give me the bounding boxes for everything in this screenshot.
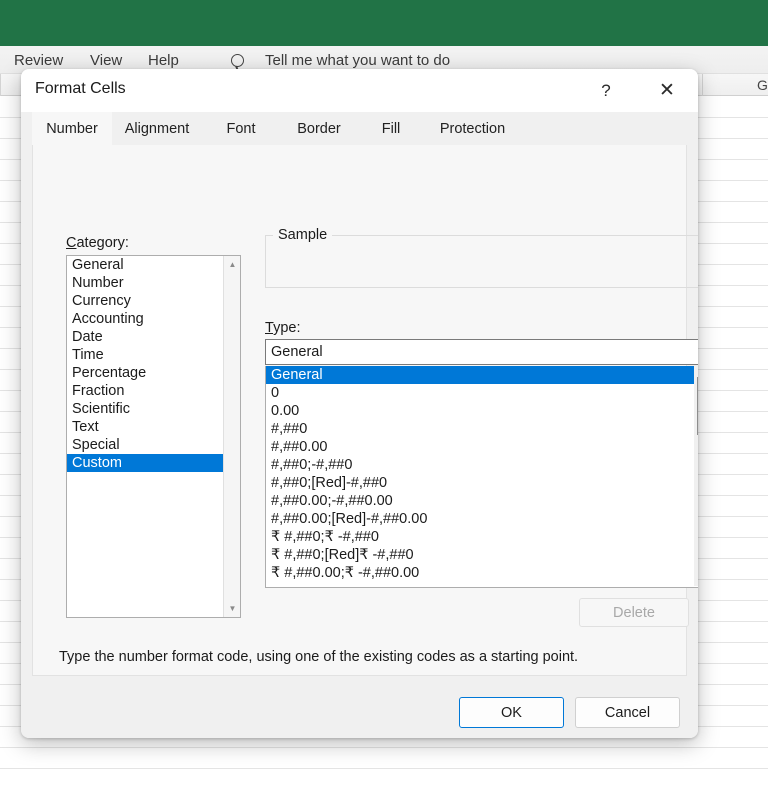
- type-item[interactable]: 0.00: [266, 402, 698, 420]
- dialog-tab-alignment[interactable]: Alignment: [112, 112, 202, 145]
- type-item[interactable]: #,##0.00;[Red]-#,##0.00: [266, 510, 698, 528]
- close-icon[interactable]: ✕: [644, 69, 690, 112]
- column-header-g[interactable]: G: [757, 77, 768, 93]
- scroll-up-icon[interactable]: ▲: [224, 256, 240, 273]
- type-item[interactable]: General: [266, 366, 698, 384]
- type-label: Type:: [265, 320, 301, 336]
- category-item[interactable]: Fraction: [67, 382, 240, 400]
- type-item[interactable]: ₹ #,##0;₹ -#,##0: [266, 528, 698, 546]
- dialog-tab-number[interactable]: Number: [32, 112, 112, 145]
- category-item[interactable]: Scientific: [67, 400, 240, 418]
- dialog-title: Format Cells: [35, 80, 126, 97]
- delete-button[interactable]: Delete: [579, 598, 689, 627]
- category-item[interactable]: Accounting: [67, 310, 240, 328]
- type-input[interactable]: General: [265, 339, 698, 365]
- scroll-down-icon[interactable]: ▼: [224, 600, 240, 617]
- format-cells-dialog: Format Cells ? ✕ Number Alignment Font Bord…: [21, 69, 698, 738]
- category-item[interactable]: Time: [67, 346, 240, 364]
- type-item[interactable]: ₹ #,##0.00;₹ -#,##0.00: [266, 564, 698, 582]
- dialog-tab-border[interactable]: Border: [280, 112, 358, 145]
- type-item[interactable]: #,##0;[Red]-#,##0: [266, 474, 698, 492]
- help-icon[interactable]: ?: [583, 69, 629, 112]
- type-items[interactable]: General 0 0.00 #,##0 #,##0.00 #,##0;-#,##0 #,#…: [266, 366, 698, 582]
- category-item[interactable]: Percentage: [67, 364, 240, 382]
- category-items[interactable]: General Number Currency Accounting Date Time P…: [67, 256, 240, 472]
- dialog-tab-font[interactable]: Font: [202, 112, 280, 145]
- dialog-title-bar: Format Cells ? ✕: [21, 69, 698, 112]
- dialog-tab-fill[interactable]: Fill: [358, 112, 424, 145]
- ribbon-tab-view[interactable]: View: [90, 52, 122, 69]
- hint-text: Type the number format code, using one o…: [59, 649, 579, 665]
- type-item[interactable]: #,##0.00;-#,##0.00: [266, 492, 698, 510]
- ribbon-tab-review[interactable]: Review: [14, 52, 63, 69]
- category-item[interactable]: Number: [67, 274, 240, 292]
- category-item[interactable]: Currency: [67, 292, 240, 310]
- type-item[interactable]: #,##0.00: [266, 438, 698, 456]
- type-item[interactable]: #,##0: [266, 420, 698, 438]
- category-listbox[interactable]: General Number Currency Accounting Date Time P…: [66, 255, 241, 618]
- type-listbox[interactable]: General 0 0.00 #,##0 #,##0.00 #,##0;-#,##0 #,#…: [265, 366, 698, 588]
- cancel-button[interactable]: Cancel: [575, 697, 680, 728]
- excel-ribbon-bar: [0, 0, 768, 46]
- category-item[interactable]: Custom: [67, 454, 240, 472]
- type-item[interactable]: 0: [266, 384, 698, 402]
- category-item[interactable]: Text: [67, 418, 240, 436]
- scrollbar-thumb[interactable]: [697, 377, 698, 435]
- dialog-tab-strip: Number Alignment Font Border Fill Protection: [21, 112, 698, 145]
- dialog-tab-protection[interactable]: Protection: [424, 112, 521, 145]
- category-scrollbar[interactable]: ▲ ▼: [223, 256, 240, 617]
- category-item[interactable]: General: [67, 256, 240, 274]
- type-item[interactable]: #,##0;-#,##0: [266, 456, 698, 474]
- category-item[interactable]: Date: [67, 328, 240, 346]
- tab-content-panel: Category: General Number Currency Accountin…: [32, 145, 698, 676]
- search-icon: [231, 54, 244, 67]
- sample-legend: Sample: [273, 227, 333, 243]
- category-label: Category:: [66, 235, 129, 251]
- type-item[interactable]: ₹ #,##0;[Red]₹ -#,##0: [266, 546, 698, 564]
- ok-button[interactable]: OK: [459, 697, 564, 728]
- ribbon-tab-help[interactable]: Help: [148, 52, 179, 69]
- category-item[interactable]: Special: [67, 436, 240, 454]
- type-scrollbar[interactable]: [694, 366, 698, 586]
- tell-me-box[interactable]: Tell me what you want to do: [265, 52, 450, 69]
- dialog-button-bar: OK Cancel: [21, 676, 698, 738]
